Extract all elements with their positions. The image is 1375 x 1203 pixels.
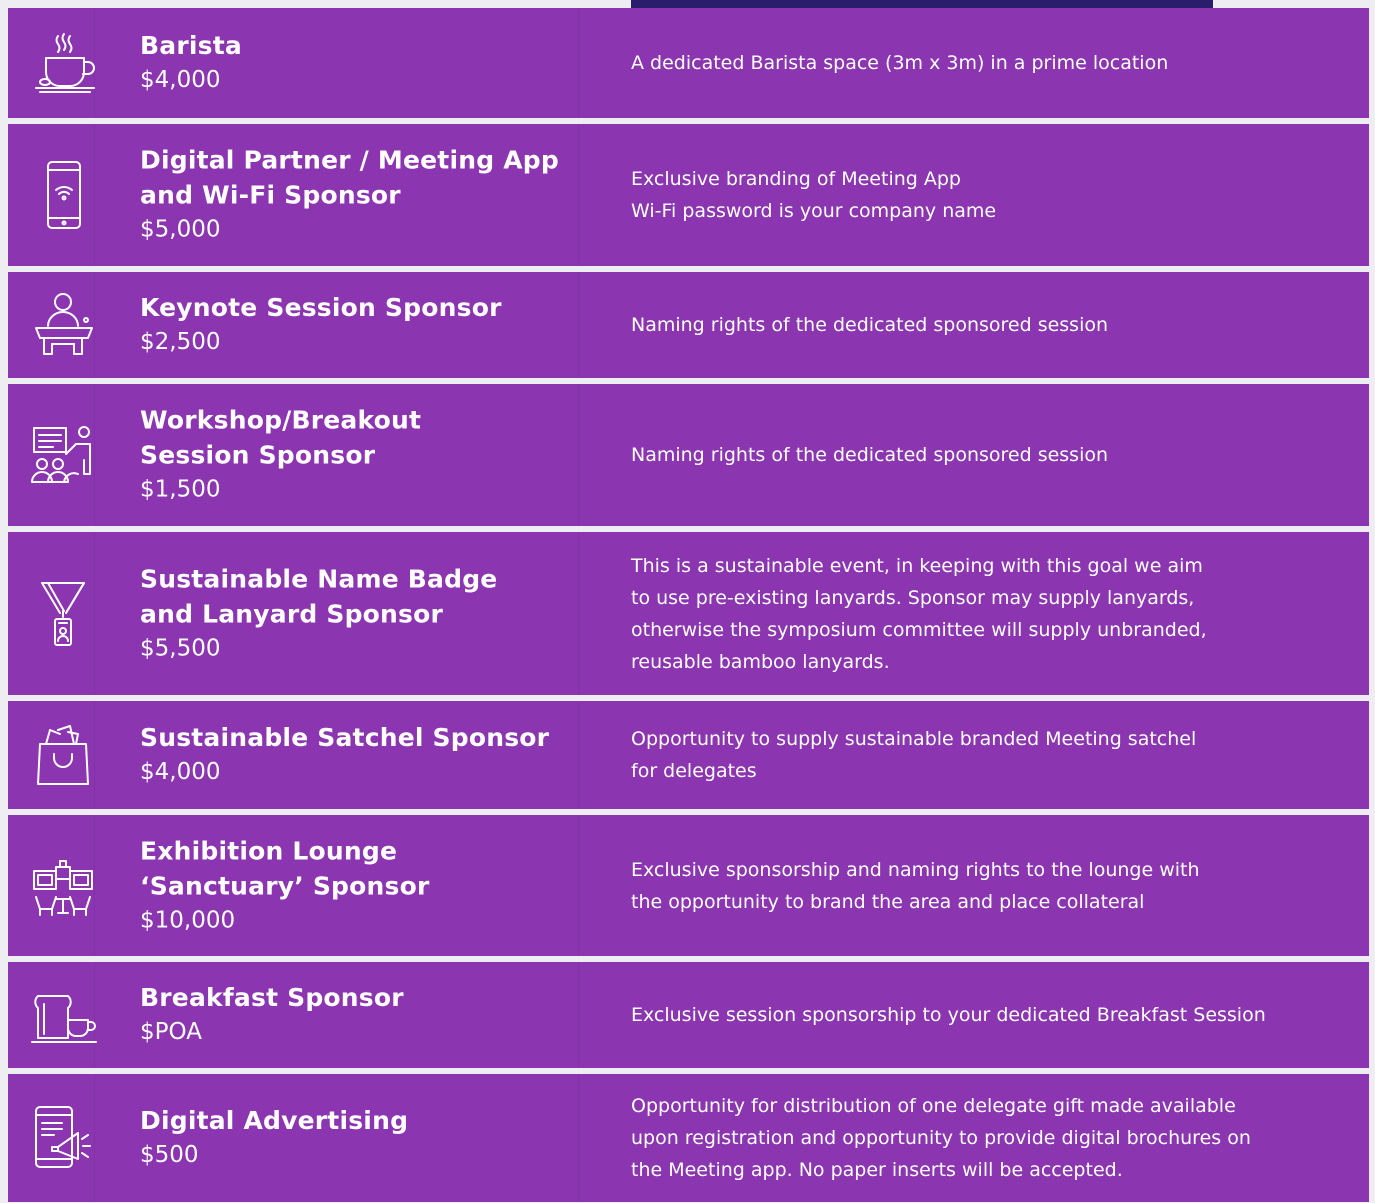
sponsorship-title: Workshop/Breakout [140,405,422,435]
sponsorship-row-digital-advertising: Digital Advertising $500 Opportunity for… [8,1074,1369,1202]
toast-coffee-icon [28,980,98,1050]
sponsorship-price: $5,500 [140,635,221,661]
sponsorship-title-block: Workshop/Breakout Session Sponsor $1,500 [140,403,580,508]
sponsorship-description: A dedicated Barista space (3m x 3m) in a… [631,47,1351,79]
sponsorship-title: Sustainable Name Badge [140,564,498,593]
sponsorship-title: and Wi-Fi Sponsor [140,180,401,210]
coffee-cup-icon [28,28,98,98]
sponsorship-title-block: Digital Advertising $500 [140,1103,580,1173]
description-line: Exclusive session sponsorship to your de… [631,1004,1266,1026]
sponsorship-title-block: Sustainable Name Badge and Lanyard Spons… [140,561,580,666]
sponsorship-description: Exclusive sponsorship and naming rights … [631,854,1351,918]
sponsorship-description: Exclusive session sponsorship to your de… [631,999,1351,1031]
top-accent-bar [631,0,1213,8]
sponsorship-title: Digital Partner / Meeting App [140,145,559,175]
description-line: for delegates [631,760,757,782]
sponsorship-description: Naming rights of the dedicated sponsored… [631,439,1351,471]
tablet-megaphone-icon [28,1103,98,1173]
sponsorship-description: Opportunity for distribution of one dele… [631,1090,1351,1186]
sponsorship-title: Sustainable Satchel Sponsor [140,723,550,752]
description-line: Opportunity to supply sustainable brande… [631,728,1197,750]
sponsorship-row-workshop: Workshop/Breakout Session Sponsor $1,500… [8,384,1369,526]
sponsorship-title: Breakfast Sponsor [140,983,404,1012]
sponsorship-list: Barista $4,000 A dedicated Barista space… [8,8,1369,1202]
sponsorship-title: Barista [140,31,242,60]
sponsorship-row-breakfast: Breakfast Sponsor $POA Exclusive session… [8,962,1369,1068]
description-line: This is a sustainable event, in keeping … [631,554,1203,577]
sponsorship-title: Digital Advertising [140,1106,409,1135]
shopping-bag-icon [28,720,98,790]
sponsorship-price: $4,000 [140,759,221,785]
sponsorship-description: This is a sustainable event, in keeping … [631,550,1351,678]
description-line: to use pre-existing lanyards. Sponsor ma… [631,586,1195,609]
description-line: upon registration and opportunity to pro… [631,1127,1251,1149]
sponsorship-row-digital-partner: Digital Partner / Meeting App and Wi-Fi … [8,124,1369,266]
sponsorship-title: ‘Sanctuary’ Sponsor [140,871,430,900]
sponsorship-price: $1,500 [140,476,221,503]
sponsorship-row-barista: Barista $4,000 A dedicated Barista space… [8,8,1369,118]
description-line: Exclusive branding of Meeting App [631,168,961,190]
sponsorship-title: Session Sponsor [140,440,376,470]
description-line: Opportunity for distribution of one dele… [631,1095,1236,1117]
sponsorship-title: and Lanyard Sponsor [140,599,444,628]
sponsorship-title-block: Exhibition Lounge ‘Sanctuary’ Sponsor $1… [140,833,580,938]
sponsorship-row-name-badge: Sustainable Name Badge and Lanyard Spons… [8,532,1369,695]
sponsorship-price: $4,000 [140,67,221,93]
sponsorship-description: Naming rights of the dedicated sponsored… [631,309,1351,341]
sponsorship-row-lounge: Exhibition Lounge ‘Sanctuary’ Sponsor $1… [8,815,1369,956]
sponsorship-title: Keynote Session Sponsor [140,293,502,322]
speaker-podium-icon [28,290,98,360]
description-line: Naming rights of the dedicated sponsored… [631,444,1109,466]
description-line: reusable bamboo lanyards. [631,650,890,673]
description-line: the Meeting app. No paper inserts will b… [631,1159,1123,1181]
description-line: otherwise the symposium committee will s… [631,618,1207,641]
sponsorship-row-satchel: Sustainable Satchel Sponsor $4,000 Oppor… [8,701,1369,809]
sponsorship-price: $5,000 [140,216,221,243]
description-line: Wi-Fi password is your company name [631,200,997,222]
presentation-audience-icon [28,420,98,490]
sponsorship-title-block: Sustainable Satchel Sponsor $4,000 [140,720,580,790]
sponsorship-title-block: Keynote Session Sponsor $2,500 [140,290,580,360]
sponsorship-description: Exclusive branding of Meeting App Wi-Fi … [631,163,1351,227]
lounge-icon [28,851,98,921]
description-line: Exclusive sponsorship and naming rights … [631,858,1200,881]
sponsorship-price: $500 [140,1142,199,1168]
sponsorship-description: Opportunity to supply sustainable brande… [631,723,1351,787]
description-line: Naming rights of the dedicated sponsored… [631,314,1109,336]
sponsorship-title-block: Barista $4,000 [140,28,580,98]
sponsorship-row-keynote: Keynote Session Sponsor $2,500 Naming ri… [8,272,1369,378]
sponsorship-price: $POA [140,1019,202,1045]
smartphone-wifi-icon [28,160,98,230]
sponsorship-title-block: Digital Partner / Meeting App and Wi-Fi … [140,143,580,248]
sponsorship-title-block: Breakfast Sponsor $POA [140,980,580,1050]
sponsorship-title: Exhibition Lounge [140,836,398,865]
lanyard-badge-icon [28,579,98,649]
description-line: A dedicated Barista space (3m x 3m) in a… [631,52,1169,74]
description-line: the opportunity to brand the area and pl… [631,890,1145,913]
sponsorship-price: $10,000 [140,907,236,933]
sponsorship-price: $2,500 [140,329,221,355]
